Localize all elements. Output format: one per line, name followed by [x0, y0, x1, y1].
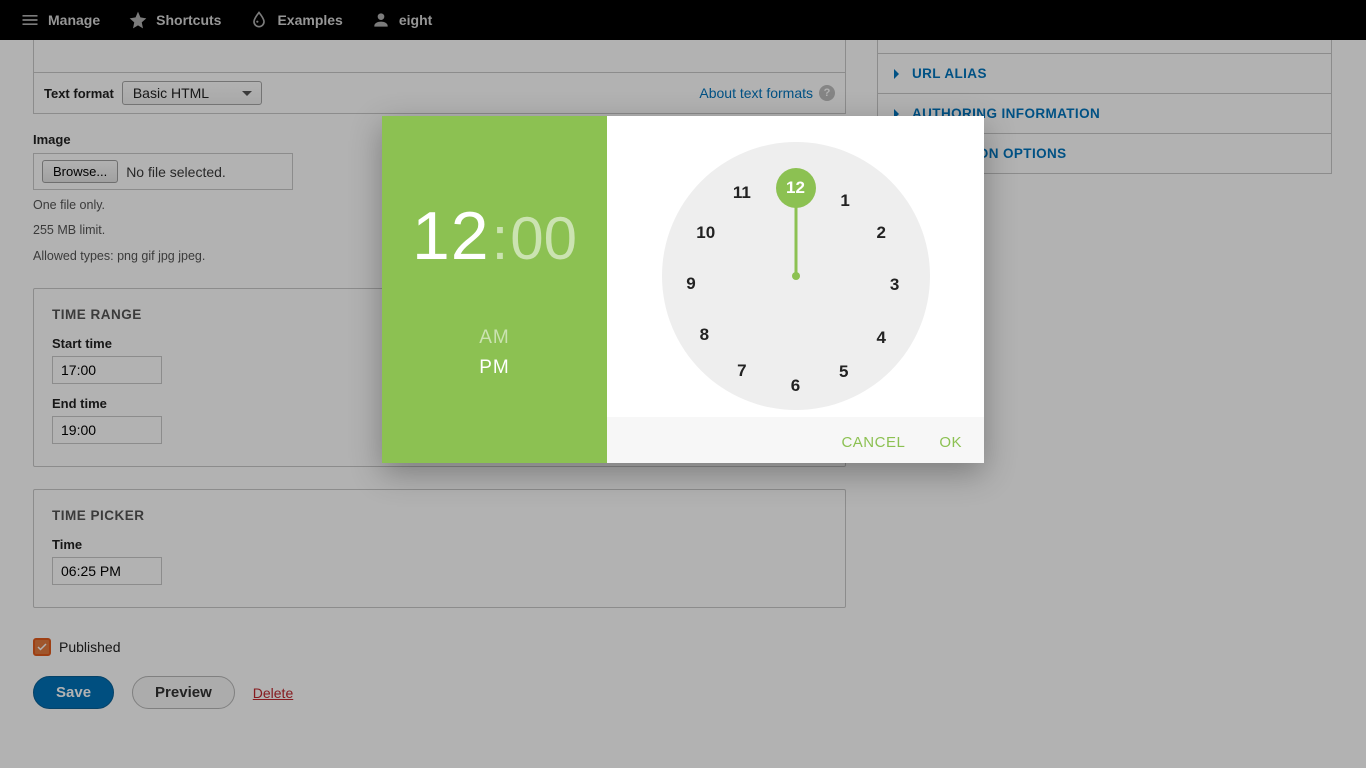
- time-display: 12 : 00: [412, 197, 577, 275]
- clock-num-11[interactable]: 11: [728, 179, 756, 207]
- time-colon: :: [490, 204, 511, 273]
- cancel-button[interactable]: CANCEL: [841, 434, 905, 451]
- hour-display[interactable]: 12: [412, 197, 490, 275]
- dialog-display-panel: 12 : 00 AM PM: [382, 116, 607, 463]
- dialog-actions: CANCEL OK: [841, 434, 962, 451]
- pm-option[interactable]: PM: [479, 353, 510, 383]
- dialog-clock-panel: 12 1 2 3 4 5 6 7 8 9 10 11 CANCEL OK: [607, 116, 984, 463]
- ampm-toggle: AM PM: [479, 323, 510, 383]
- clock-num-7[interactable]: 7: [728, 357, 756, 385]
- clock-num-3[interactable]: 3: [881, 271, 909, 299]
- am-option[interactable]: AM: [479, 323, 510, 353]
- clock-num-9[interactable]: 9: [677, 270, 705, 298]
- clock-num-5[interactable]: 5: [830, 358, 858, 386]
- clock-num-10[interactable]: 10: [692, 219, 720, 247]
- clock-num-8[interactable]: 8: [690, 321, 718, 349]
- clock-num-12[interactable]: 12: [782, 174, 810, 202]
- clock-num-2[interactable]: 2: [867, 219, 895, 247]
- ok-button[interactable]: OK: [939, 434, 962, 451]
- clock-center-dot: [792, 272, 800, 280]
- clock-face[interactable]: 12 1 2 3 4 5 6 7 8 9 10 11: [662, 142, 930, 410]
- clock-num-1[interactable]: 1: [831, 187, 859, 215]
- clock-num-6[interactable]: 6: [782, 372, 810, 400]
- timepicker-dialog: 12 : 00 AM PM 12 1 2 3 4 5 6 7 8 9 10 11: [382, 116, 984, 463]
- minute-display[interactable]: 00: [510, 204, 577, 273]
- clock-num-4[interactable]: 4: [867, 324, 895, 352]
